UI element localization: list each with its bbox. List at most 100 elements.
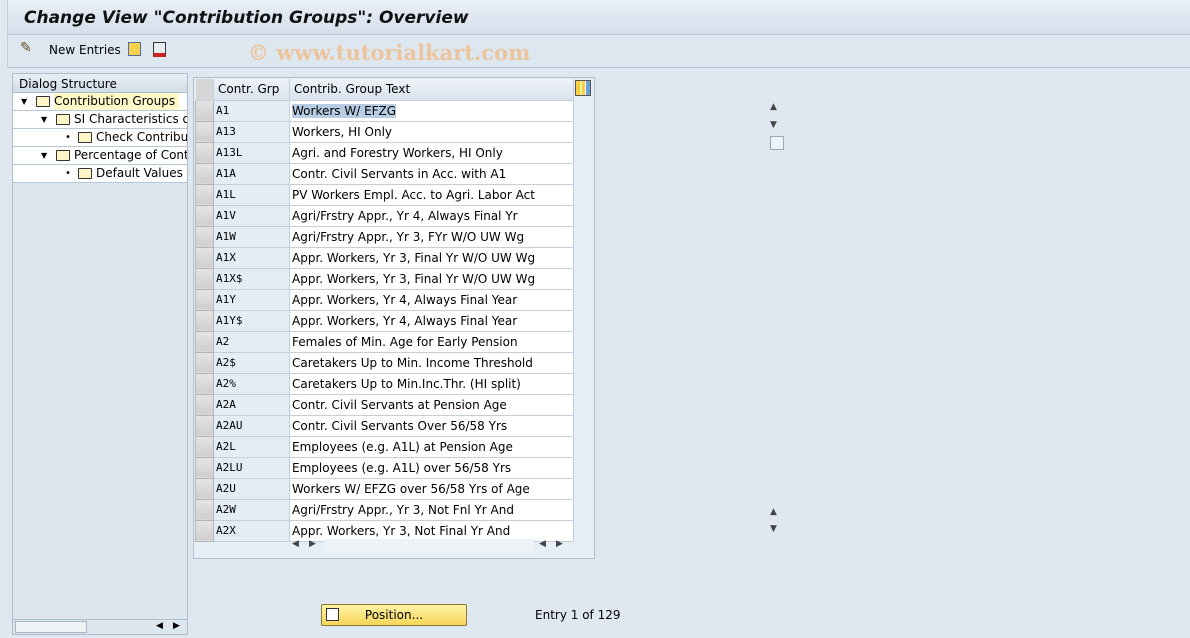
table-row[interactable]: A2W Agri/Frstry Appr., Yr 3, Not Fnl Yr A…: [195, 498, 574, 521]
row-selector[interactable]: [195, 414, 214, 437]
scroll-right-icon[interactable]: ▶: [556, 539, 563, 549]
expand-arrow-icon[interactable]: ▼: [21, 93, 27, 110]
table-row[interactable]: A1X$ Appr. Workers, Yr 3, Final Yr W/O UW…: [195, 267, 574, 290]
table-row[interactable]: A1W Agri/Frstry Appr., Yr 3, FYr W/O UW W…: [195, 225, 574, 248]
table-row[interactable]: A1 Workers W/ EFZG: [195, 99, 574, 122]
contr-grp-cell[interactable]: A1: [213, 100, 290, 122]
row-selector[interactable]: [195, 477, 214, 500]
group-text-cell[interactable]: Workers W/ EFZG over 56/58 Yrs of Age: [289, 478, 574, 500]
scroll-down-icon[interactable]: ▼: [770, 524, 777, 534]
table-horizontal-scrollbar[interactable]: ◀ ▶ ◀ ▶: [289, 539, 569, 555]
row-selector[interactable]: [195, 183, 214, 206]
expand-arrow-icon[interactable]: ▼: [41, 111, 47, 128]
row-selector[interactable]: [195, 309, 214, 332]
group-text-cell[interactable]: Caretakers Up to Min.Inc.Thr. (HI split): [289, 373, 574, 395]
contr-grp-cell[interactable]: A2: [213, 331, 290, 353]
select-all-cell[interactable]: [195, 79, 214, 101]
row-selector[interactable]: [195, 372, 214, 395]
tree-horizontal-scrollbar[interactable]: ◀ ▶: [12, 619, 188, 635]
group-text-cell[interactable]: Contr. Civil Servants in Acc. with A1: [289, 163, 574, 185]
contr-grp-cell[interactable]: A13: [213, 121, 290, 143]
row-selector[interactable]: [195, 498, 214, 521]
contr-grp-cell[interactable]: A13L: [213, 142, 290, 164]
new-entries-button[interactable]: New Entries: [49, 43, 121, 57]
row-selector[interactable]: [195, 351, 214, 374]
table-row[interactable]: A2AU Contr. Civil Servants Over 56/58 Yrs: [195, 414, 574, 437]
group-text-cell[interactable]: PV Workers Empl. Acc. to Agri. Labor Act: [289, 184, 574, 206]
contr-grp-cell[interactable]: A2LU: [213, 457, 290, 479]
group-text-cell[interactable]: Contr. Civil Servants at Pension Age: [289, 394, 574, 416]
contr-grp-cell[interactable]: A2$: [213, 352, 290, 374]
edit-pencil-icon[interactable]: ✎: [20, 40, 32, 56]
group-text-cell[interactable]: Caretakers Up to Min. Income Threshold: [289, 352, 574, 374]
table-row[interactable]: A1Y Appr. Workers, Yr 4, Always Final Yea…: [195, 288, 574, 311]
table-row[interactable]: A1A Contr. Civil Servants in Acc. with A1: [195, 162, 574, 185]
contr-grp-cell[interactable]: A2U: [213, 478, 290, 500]
table-row[interactable]: A1X Appr. Workers, Yr 3, Final Yr W/O UW …: [195, 246, 574, 269]
contr-grp-cell[interactable]: A1V: [213, 205, 290, 227]
table-row[interactable]: A2% Caretakers Up to Min.Inc.Thr. (HI spl…: [195, 372, 574, 395]
scroll-left-icon[interactable]: ◀: [539, 539, 546, 549]
contr-grp-cell[interactable]: A1Y: [213, 289, 290, 311]
delete-icon[interactable]: [153, 42, 166, 57]
row-selector[interactable]: [195, 393, 214, 416]
column-header-contr-grp[interactable]: Contr. Grp: [213, 79, 290, 101]
scroll-left-icon[interactable]: ◀: [292, 539, 299, 549]
group-text-cell[interactable]: Agri/Frstry Appr., Yr 3, FYr W/O UW Wg: [289, 226, 574, 248]
scroll-thumb[interactable]: [770, 136, 784, 150]
group-text-cell[interactable]: Employees (e.g. A1L) at Pension Age: [289, 436, 574, 458]
table-row[interactable]: A2X Appr. Workers, Yr 3, Not Final Yr And: [195, 519, 574, 542]
scroll-up-icon[interactable]: ▲: [770, 102, 777, 112]
scroll-down-icon[interactable]: ▼: [770, 120, 777, 130]
contr-grp-cell[interactable]: A2%: [213, 373, 290, 395]
group-text-cell[interactable]: Agri. and Forestry Workers, HI Only: [289, 142, 574, 164]
row-selector[interactable]: [195, 141, 214, 164]
group-text-cell[interactable]: Appr. Workers, Yr 3, Final Yr W/O UW Wg: [289, 247, 574, 269]
table-row[interactable]: A2 Females of Min. Age for Early Pension: [195, 330, 574, 353]
contr-grp-cell[interactable]: A2A: [213, 394, 290, 416]
contr-grp-cell[interactable]: A1X$: [213, 268, 290, 290]
table-vertical-scrollbar[interactable]: ▲ ▼ ▲ ▼: [768, 100, 786, 536]
contr-grp-cell[interactable]: A1L: [213, 184, 290, 206]
row-selector[interactable]: [195, 267, 214, 290]
contr-grp-cell[interactable]: A2X: [213, 520, 290, 542]
table-row[interactable]: A1Y$ Appr. Workers, Yr 4, Always Final Ye…: [195, 309, 574, 332]
expand-arrow-icon[interactable]: ▼: [41, 147, 47, 164]
row-selector[interactable]: [195, 225, 214, 248]
position-button[interactable]: Position...: [321, 604, 467, 626]
tree-node[interactable]: ▼Percentage of Contribution: [13, 147, 187, 165]
group-text-cell[interactable]: Appr. Workers, Yr 3, Final Yr W/O UW Wg: [289, 268, 574, 290]
table-row[interactable]: A2$ Caretakers Up to Min. Income Threshol…: [195, 351, 574, 374]
scroll-up-icon[interactable]: ▲: [770, 507, 777, 517]
contr-grp-cell[interactable]: A2L: [213, 436, 290, 458]
row-selector[interactable]: [195, 246, 214, 269]
row-selector[interactable]: [195, 204, 214, 227]
row-selector[interactable]: [195, 456, 214, 479]
column-settings-icon[interactable]: [575, 80, 591, 96]
copy-icon[interactable]: [128, 42, 141, 56]
group-text-cell[interactable]: Agri/Frstry Appr., Yr 3, Not Fnl Yr And: [289, 499, 574, 521]
column-header-group-text[interactable]: Contrib. Group Text: [289, 79, 574, 101]
group-text-cell[interactable]: Females of Min. Age for Early Pension: [289, 331, 574, 353]
tree-node[interactable]: ▼SI Characteristics of Contribution Grou…: [13, 111, 187, 129]
group-text-cell[interactable]: Workers, HI Only: [289, 121, 574, 143]
row-selector[interactable]: [195, 519, 214, 542]
tree-node[interactable]: •Default Values for: [13, 165, 187, 183]
tree-node[interactable]: ▼ Contribution Groups: [13, 93, 187, 111]
group-text-cell[interactable]: Employees (e.g. A1L) over 56/58 Yrs: [289, 457, 574, 479]
table-row[interactable]: A2A Contr. Civil Servants at Pension Age: [195, 393, 574, 416]
row-selector[interactable]: [195, 162, 214, 185]
table-row[interactable]: A1L PV Workers Empl. Acc. to Agri. Labor …: [195, 183, 574, 206]
contr-grp-cell[interactable]: A1Y$: [213, 310, 290, 332]
row-selector[interactable]: [195, 435, 214, 458]
contr-grp-cell[interactable]: A1W: [213, 226, 290, 248]
contr-grp-cell[interactable]: A1A: [213, 163, 290, 185]
table-row[interactable]: A1V Agri/Frstry Appr., Yr 4, Always Final…: [195, 204, 574, 227]
group-text-cell[interactable]: Appr. Workers, Yr 4, Always Final Year: [289, 289, 574, 311]
contr-grp-cell[interactable]: A2W: [213, 499, 290, 521]
group-text-cell[interactable]: Workers W/ EFZG: [289, 100, 574, 122]
contr-grp-cell[interactable]: A1X: [213, 247, 290, 269]
contr-grp-cell[interactable]: A2AU: [213, 415, 290, 437]
table-row[interactable]: A2L Employees (e.g. A1L) at Pension Age: [195, 435, 574, 458]
row-selector[interactable]: [195, 120, 214, 143]
